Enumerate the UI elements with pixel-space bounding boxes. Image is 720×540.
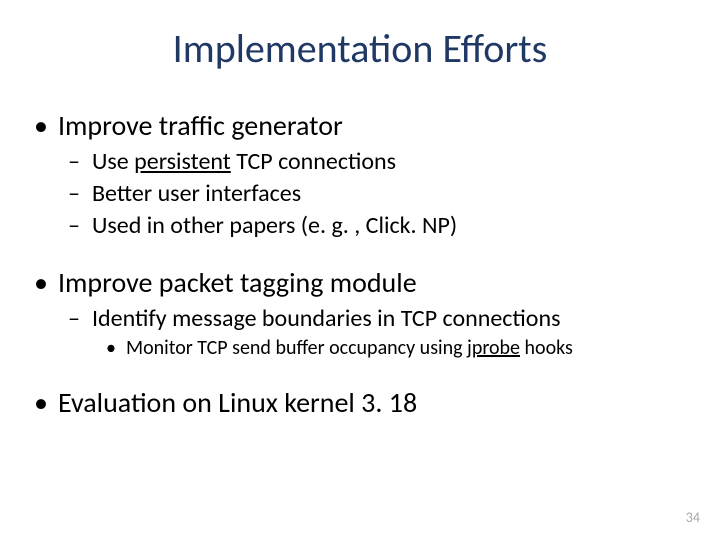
subbullet-persistent: Use persistent TCP connections	[30, 147, 690, 177]
text-pre: Monitor TCP send buffer occupancy using	[126, 336, 467, 360]
bullet-improve-traffic: Improve traffic generator	[30, 108, 690, 143]
subbullet-boundaries: Identify message boundaries in TCP conne…	[30, 304, 690, 334]
spacer	[30, 243, 690, 265]
text-pre: Use	[92, 147, 134, 176]
bullet-linux-kernel: Evaluation on Linux kernel 3. 18	[30, 385, 690, 420]
text-keyword-jprobe: jprobe	[467, 336, 520, 360]
text-post: TCP connections	[231, 147, 396, 176]
slide-title: Implementation Efforts	[0, 24, 720, 73]
slide-body: Improve traffic generator Use persistent…	[30, 108, 690, 424]
text-post: hooks	[520, 336, 573, 360]
spacer	[30, 363, 690, 385]
subbullet-ui: Better user interfaces	[30, 179, 690, 209]
bullet-packet-tagging: Improve packet tagging module	[30, 265, 690, 300]
slide-number: 34	[686, 509, 700, 526]
text-keyword-persistent: persistent	[134, 147, 231, 176]
subsubbullet-jprobe: Monitor TCP send buffer occupancy using …	[30, 336, 690, 361]
slide: Implementation Efforts Improve traffic g…	[0, 0, 720, 540]
subbullet-other-papers: Used in other papers (e. g. , Click. NP)	[30, 211, 690, 241]
